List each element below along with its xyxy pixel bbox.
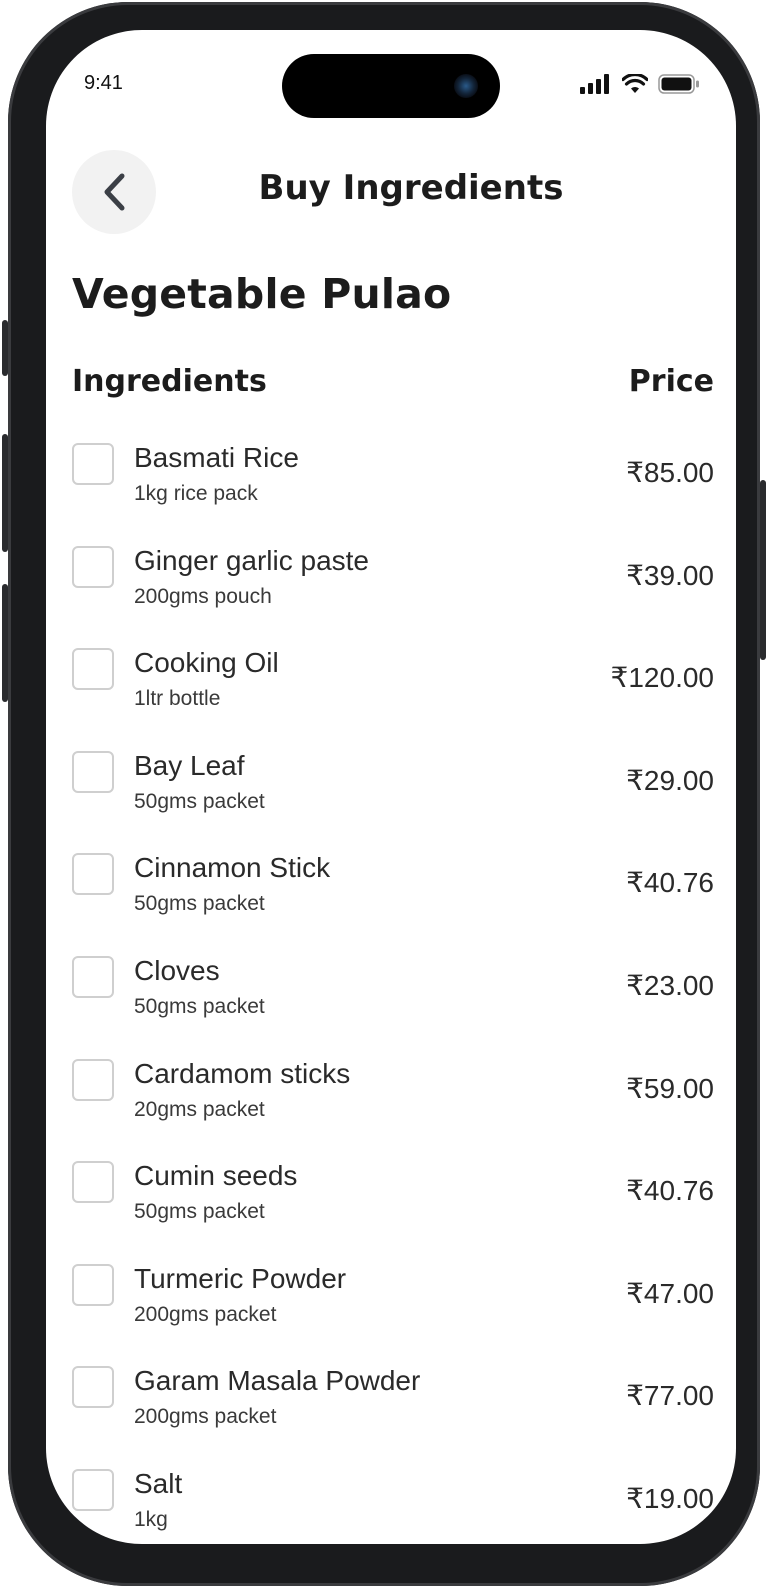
ingredient-checkbox[interactable] [72,1058,114,1101]
ingredient-name: Ginger garlic paste [134,544,370,576]
price-column-header: Price [628,364,714,399]
ingredient-pack-size: 50gms packet [134,789,265,813]
ingredient-price: ₹39.00 [626,559,714,591]
ingredient-price: ₹120.00 [610,662,714,694]
ingredient-name: Cooking Oil [134,647,279,679]
ingredient-checkbox[interactable] [72,955,114,998]
ingredient-row[interactable]: Cardamom sticks 20gms packet ₹59.00 [46,1054,736,1157]
ingredient-row[interactable]: Salt 1kg ₹19.00 [46,1464,736,1544]
status-time: 9:41 [84,72,123,94]
ingredient-pack-size: 20gms packet [134,1097,265,1121]
ingredient-checkbox[interactable] [72,1366,114,1409]
ingredient-price: ₹85.00 [626,457,714,488]
ingredient-list: Basmati Rice 1kg rice pack ₹85.00 Ginger ga… [46,438,736,1544]
ingredient-row[interactable]: Turmeric Powder 200gms packet ₹47.00 [46,1259,736,1362]
volume-down-button [2,584,8,702]
ingredient-pack-size: 50gms packet [134,994,265,1018]
ingredient-price: ₹40.76 [626,1175,714,1207]
action-button [2,320,8,376]
ingredient-name: Bay Leaf [134,749,245,781]
ingredient-pack-size: 50gms packet [134,1200,265,1224]
ingredient-price: ₹40.76 [626,867,714,899]
power-button [760,480,766,660]
screen: 9:41 Buy Ingredients Vegetable Pulao Ing… [46,30,736,1544]
ingredient-checkbox[interactable] [72,648,114,691]
ingredient-checkbox[interactable] [72,750,114,793]
ingredient-price: ₹29.00 [626,764,714,796]
ingredient-checkbox[interactable] [72,443,114,485]
ingredient-price: ₹59.00 [626,1072,714,1104]
ingredient-checkbox[interactable] [72,1468,114,1511]
recipe-title: Vegetable Pulao [72,270,452,318]
ingredient-pack-size: 200gms packet [134,1405,277,1429]
ingredient-pack-size: 1kg rice pack [134,482,258,505]
ingredient-name: Turmeric Powder [134,1262,347,1294]
ingredient-row[interactable]: Bay Leaf 50gms packet ₹29.00 [46,746,736,849]
ingredient-name: Cardamom sticks [134,1057,351,1089]
status-bar: 9:41 [46,30,736,130]
ingredient-row[interactable]: Basmati Rice 1kg rice pack ₹85.00 [46,438,736,541]
ingredient-row[interactable]: Cooking Oil 1ltr bottle ₹120.00 [46,643,736,746]
ingredient-checkbox[interactable] [72,545,114,588]
ingredient-name: Cloves [134,954,220,986]
ingredient-name: Cumin seeds [134,1160,298,1192]
dynamic-island [282,54,500,118]
ingredient-row[interactable]: Garam Masala Powder 200gms packet ₹77.00 [46,1361,736,1464]
camera-icon [454,74,478,98]
ingredient-name: Salt [134,1467,183,1499]
ingredient-price: ₹77.00 [626,1380,714,1412]
signal-icon [580,74,609,94]
status-icons [580,74,700,94]
ingredient-row[interactable]: Cumin seeds 50gms packet ₹40.76 [46,1156,736,1259]
ingredient-name: Basmati Rice [134,442,299,473]
volume-up-button [2,434,8,552]
ingredient-row[interactable]: Ginger garlic paste 200gms pouch ₹39.00 [46,541,736,644]
ingredients-column-header: Ingredients [72,364,267,399]
ingredient-pack-size: 50gms packet [134,892,265,916]
ingredient-checkbox[interactable] [72,1161,114,1204]
ingredient-pack-size: 1ltr bottle [134,687,221,711]
ingredient-pack-size: 200gms packet [134,1302,277,1326]
ingredient-checkbox[interactable] [72,853,114,896]
ingredient-checkbox[interactable] [72,1263,114,1306]
battery-icon [658,74,699,94]
page-title: Buy Ingredients [258,168,564,208]
wifi-icon [622,74,648,93]
ingredient-price: ₹47.00 [626,1277,714,1309]
phone-frame: 9:41 Buy Ingredients Vegetable Pulao Ing… [2,2,766,1586]
ingredient-pack-size: 200gms pouch [134,584,272,608]
ingredient-name: Cinnamon Stick [134,852,331,884]
ingredient-row[interactable]: Cinnamon Stick 50gms packet ₹40.76 [46,848,736,951]
header: Buy Ingredients [46,150,736,240]
ingredient-pack-size: 1kg [134,1507,168,1531]
ingredient-name: Garam Masala Powder [134,1365,421,1397]
ingredient-row[interactable]: Cloves 50gms packet ₹23.00 [46,951,736,1054]
ingredient-price: ₹19.00 [626,1482,714,1514]
ingredient-price: ₹23.00 [626,969,714,1001]
